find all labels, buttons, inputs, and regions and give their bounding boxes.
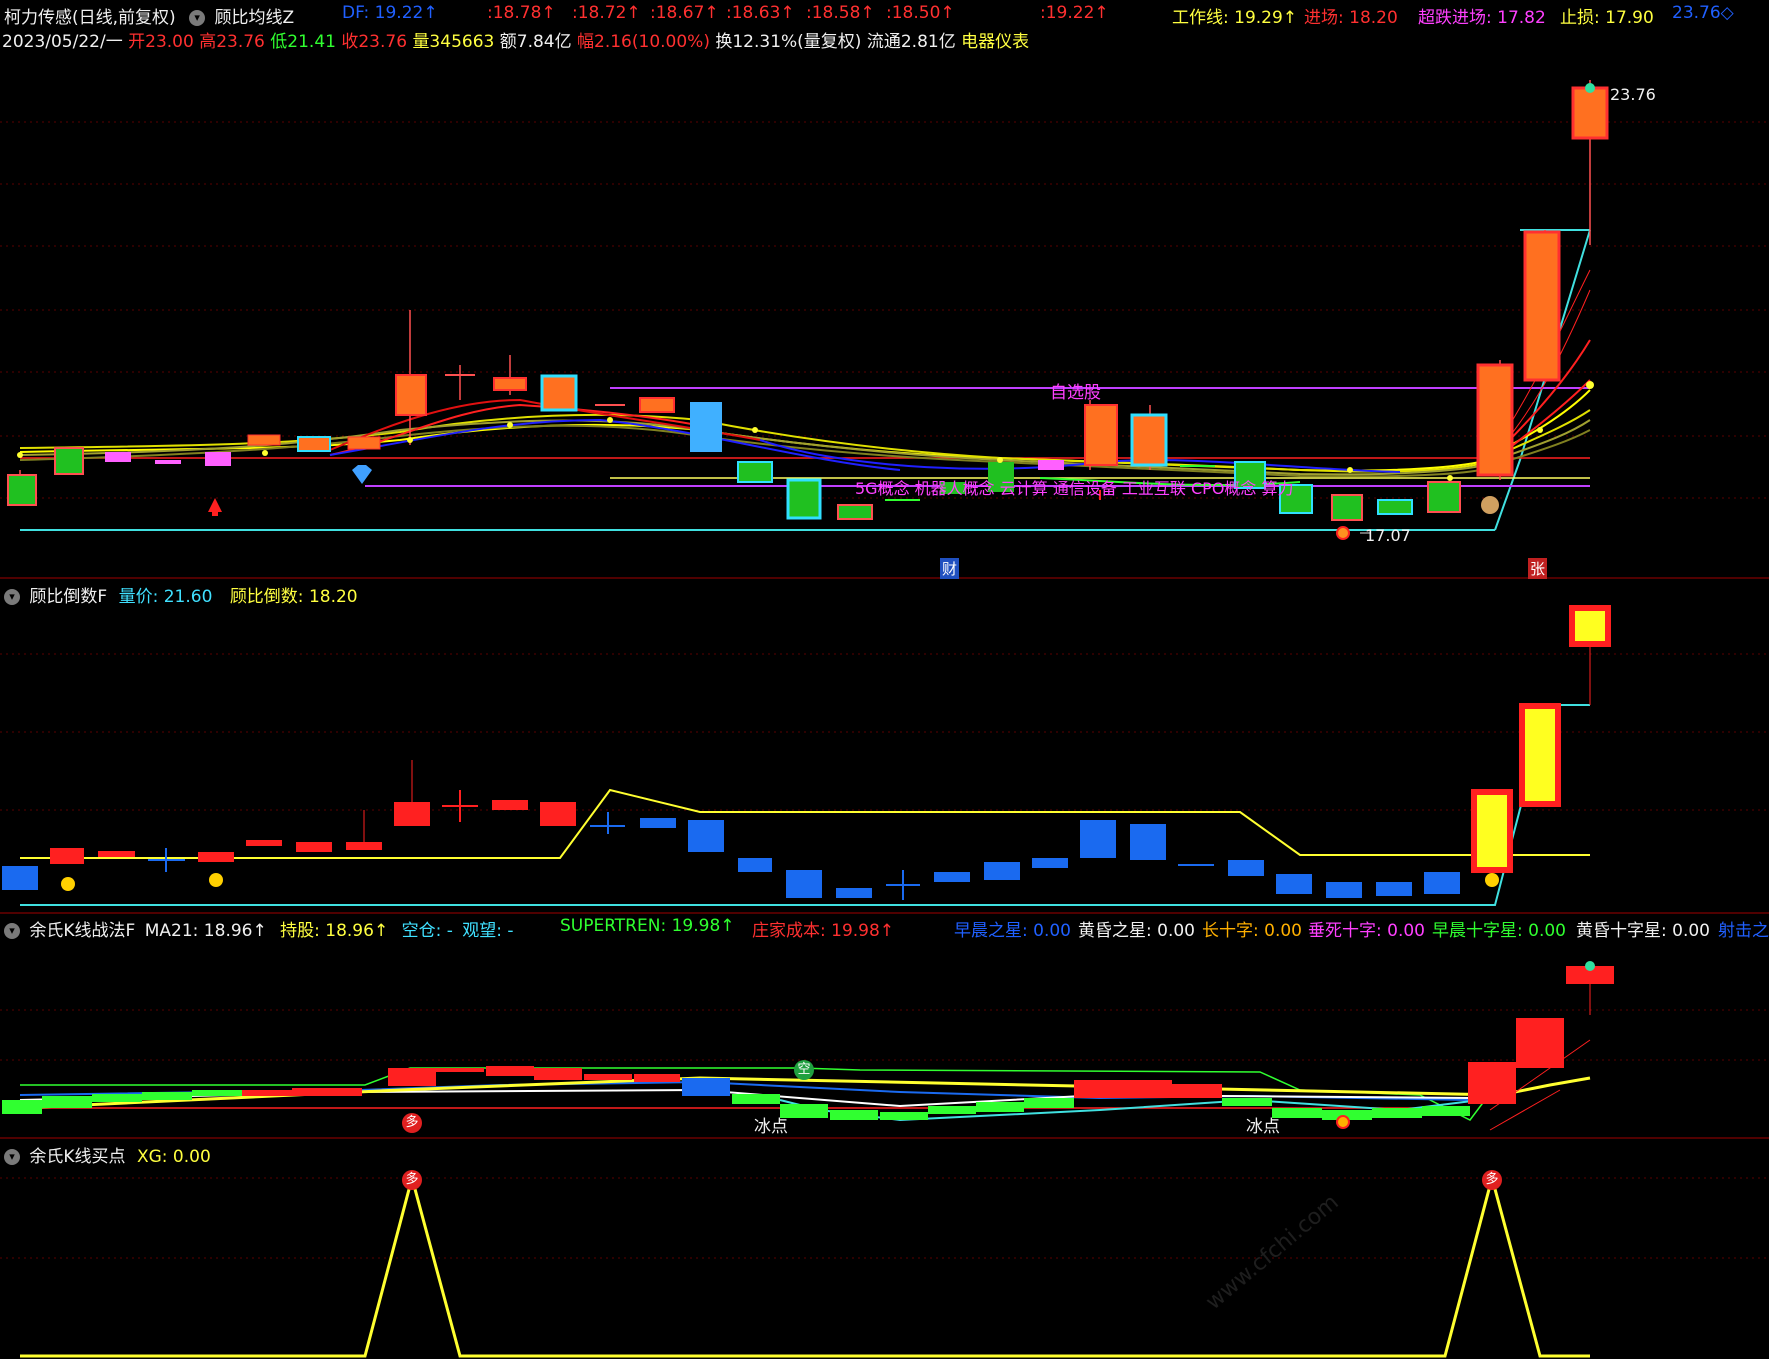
panel3-zaochenshizi: 早晨十字星: 0.00 <box>1432 921 1566 941</box>
panel4-xg: XG: 0.00 <box>136 1147 211 1167</box>
limit-up-badge[interactable]: 张 <box>1528 558 1548 579</box>
low-marker-icon <box>1336 526 1350 540</box>
panel3-kong-marker: 空 <box>794 1060 814 1080</box>
panel3-changshizi: 长十字: 0.00 <box>1202 921 1302 941</box>
panel3-name[interactable]: 余氏K线战法F <box>29 921 135 941</box>
panel3-sheji: 射击之 <box>1718 921 1769 941</box>
chart-canvas[interactable] <box>0 0 1769 1359</box>
arrow-up-icon <box>208 498 222 516</box>
finance-badge[interactable]: 财 <box>940 558 960 579</box>
low-price-label: 17.07 <box>1365 526 1411 545</box>
panel3-ma21: MA21: 18.96↑ <box>144 921 267 941</box>
diamond-icon <box>352 465 372 484</box>
panel3-supertrend: SUPERTREN: 19.98↑ <box>560 916 735 936</box>
high-price-label: 23.76 <box>1610 85 1656 104</box>
panel4-name[interactable]: 余氏K线买点 <box>29 1147 125 1167</box>
panel3-bingdian-2: 冰点 <box>1246 1117 1280 1137</box>
panel3-bingdian-1: 冰点 <box>754 1117 788 1137</box>
panel2-name[interactable]: 顾比倒数F <box>29 587 107 607</box>
panel3-collapse-icon[interactable]: ▾ <box>4 923 20 939</box>
panel3-guanwang: 观望: - <box>462 921 514 941</box>
panel3-chigu: 持股: 18.96↑ <box>280 921 389 941</box>
panel4-duo-marker-1: 多 <box>402 1170 422 1190</box>
watchlist-label: 自选股 <box>1050 383 1101 403</box>
money-bag-icon <box>1481 496 1499 514</box>
panel3-duo-marker: 多 <box>402 1113 422 1133</box>
panel3-zaochen: 早晨之星: 0.00 <box>954 921 1071 941</box>
panel3-chuisi: 垂死十字: 0.00 <box>1308 921 1425 941</box>
panel3-huanghunshizi: 黄昏十字星: 0.00 <box>1576 921 1710 941</box>
concept-labels: 5G概念 机器人概念 云计算 通信设备 工业互联 CPO概念 算力 <box>855 479 1294 498</box>
panel3-header: ▾ 余氏K线战法F MA21: 18.96↑ 持股: 18.96↑ 空仓: - … <box>4 916 514 941</box>
panel4-header: ▾ 余氏K线买点 XG: 0.00 <box>4 1142 211 1167</box>
panel4-duo-marker-2: 多 <box>1482 1170 1502 1190</box>
panel3-zhuangjia: 庄家成本: 19.98↑ <box>752 921 895 941</box>
top-marker-icon <box>1585 83 1595 93</box>
panel2-liangjia: 量价: 21.60 <box>118 587 213 607</box>
panel3-kongcang: 空仓: - <box>401 921 453 941</box>
panel3-huanghun: 黄昏之星: 0.00 <box>1078 921 1195 941</box>
main-candles <box>7 80 1609 521</box>
panel2-collapse-icon[interactable]: ▾ <box>4 589 20 605</box>
panel4-collapse-icon[interactable]: ▾ <box>4 1149 20 1165</box>
panel2-daoshu: 顾比倒数: 18.20 <box>229 587 358 607</box>
panel2-header: ▾ 顾比倒数F 量价: 21.60 顾比倒数: 18.20 <box>4 582 358 607</box>
